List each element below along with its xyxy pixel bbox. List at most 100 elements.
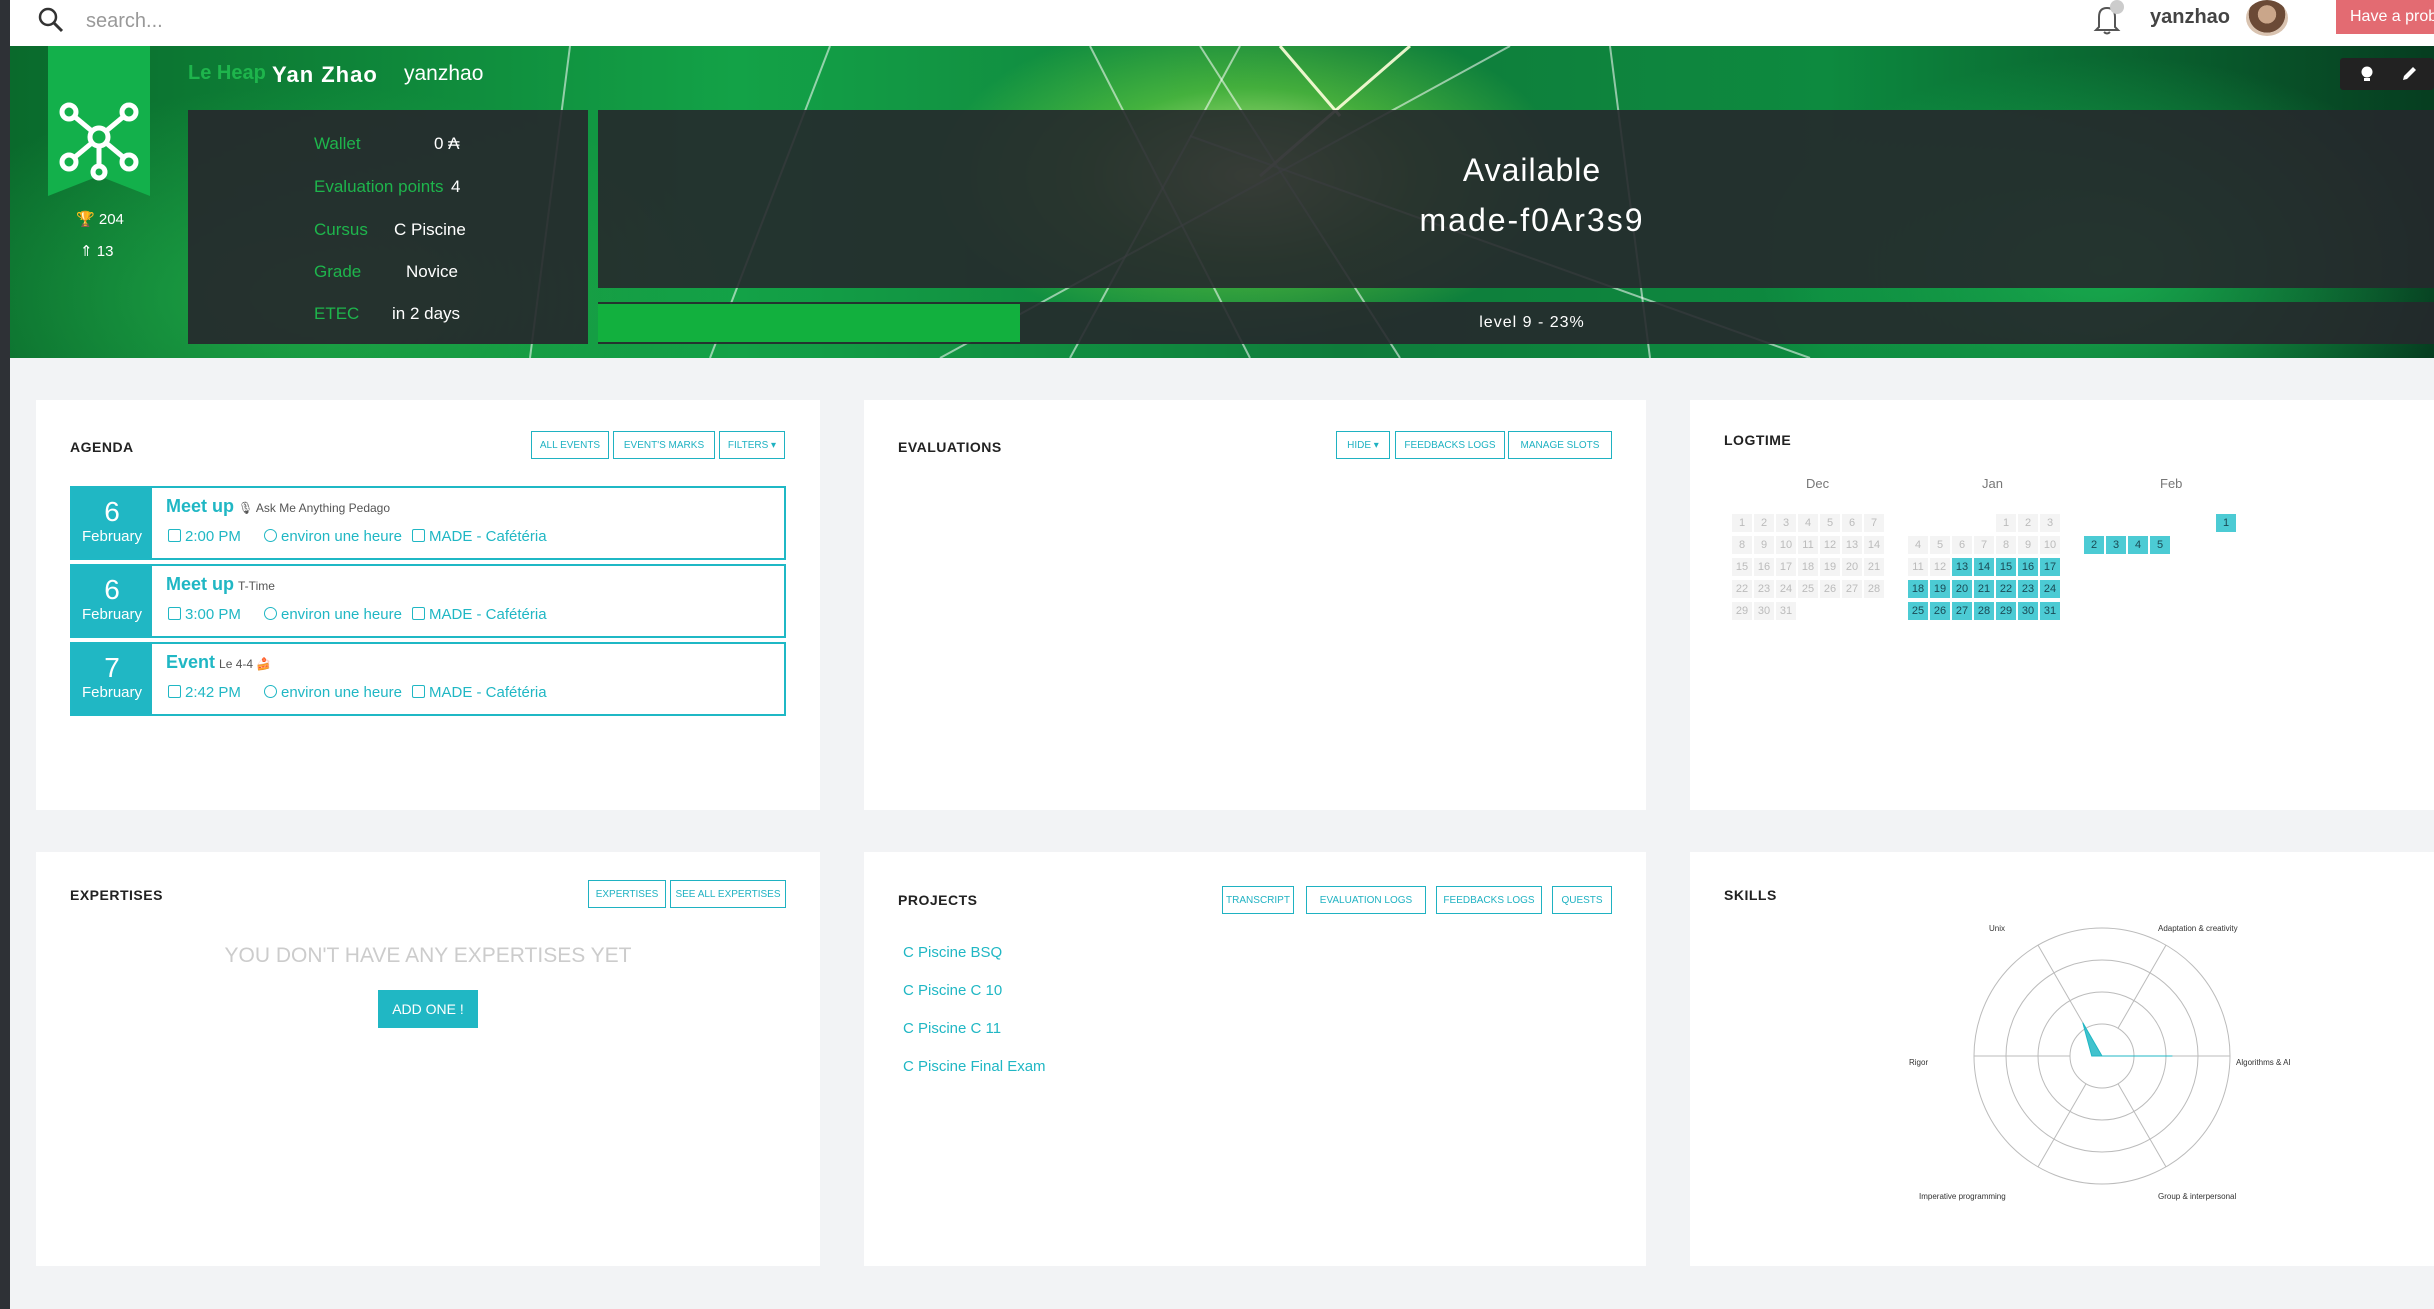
month-label-dec: Dec bbox=[1806, 476, 1830, 491]
project-link[interactable]: C Piscine C 11 bbox=[903, 1020, 1001, 1037]
logtime-day: 4 bbox=[1908, 536, 1928, 554]
search-input[interactable] bbox=[86, 6, 486, 36]
radar-axis bbox=[2117, 1083, 2167, 1168]
logtime-day: 31 bbox=[2040, 602, 2060, 620]
logtime-day: 17 bbox=[2040, 558, 2060, 576]
skill-label-imperative: Imperative programming bbox=[1919, 1192, 2006, 1201]
event-duration: environ une heure bbox=[264, 684, 402, 701]
logtime-day: 27 bbox=[1952, 602, 1972, 620]
hide-dropdown[interactable]: HIDE ▾ bbox=[1336, 431, 1390, 459]
coalition-name: Le Heap bbox=[188, 62, 266, 84]
logtime-day: 20 bbox=[1842, 558, 1862, 576]
level-text: level 9 - 23% bbox=[1479, 314, 1585, 331]
agenda-event[interactable]: 6 February Meet up 🎙 Ask Me Anything Pedag… bbox=[70, 486, 786, 560]
logtime-day: 28 bbox=[1974, 602, 1994, 620]
clock-icon bbox=[264, 607, 277, 620]
event-date: 7 February bbox=[72, 644, 152, 714]
logtime-day: 9 bbox=[1754, 536, 1774, 554]
logtime-day: 5 bbox=[1820, 514, 1840, 532]
logtime-day: 3 bbox=[2106, 536, 2126, 554]
calendar-icon bbox=[168, 607, 181, 620]
achievements-stat: ⇑ 13 bbox=[80, 243, 114, 260]
agenda-event[interactable]: 6 February Meet up T-Time 3:00 PM environ … bbox=[70, 564, 786, 638]
logtime-day: 3 bbox=[1776, 514, 1796, 532]
logtime-day: 2 bbox=[2018, 514, 2038, 532]
logtime-day: 16 bbox=[1754, 558, 1774, 576]
logtime-day: 26 bbox=[1820, 580, 1840, 598]
logtime-card bbox=[1690, 400, 2434, 810]
trophy-icon: 🏆 bbox=[76, 211, 95, 228]
skill-label-adaptation: Adaptation & creativity bbox=[2158, 924, 2238, 933]
projects-feedbacks-logs-button[interactable]: FEEDBACKS LOGS bbox=[1436, 886, 1542, 914]
logtime-day: 25 bbox=[1798, 580, 1818, 598]
filters-dropdown[interactable]: FILTERS ▾ bbox=[719, 431, 785, 459]
logtime-day: 18 bbox=[1908, 580, 1928, 598]
evaluation-points-label: Evaluation points bbox=[314, 177, 444, 196]
logtime-day: 24 bbox=[2040, 580, 2060, 598]
event-title: Meet up 🎙 Ask Me Anything Pedago bbox=[166, 496, 391, 516]
logtime-day: 30 bbox=[2018, 602, 2038, 620]
logtime-day: 5 bbox=[2150, 536, 2170, 554]
manage-slots-button[interactable]: MANAGE SLOTS bbox=[1508, 431, 1612, 459]
logtime-day: 24 bbox=[1776, 580, 1796, 598]
logtime-day: 8 bbox=[1996, 536, 2016, 554]
logtime-day: 12 bbox=[1930, 558, 1950, 576]
logtime-day: 1 bbox=[1996, 514, 2016, 532]
evaluation-logs-button[interactable]: EVALUATION LOGS bbox=[1306, 886, 1426, 914]
trophies-stat: 🏆 204 bbox=[76, 211, 124, 228]
grade-label: Grade bbox=[314, 262, 362, 281]
see-all-expertises-button[interactable]: SEE ALL EXPERTISES bbox=[670, 880, 786, 908]
event-date: 6 February bbox=[72, 566, 152, 636]
quests-button[interactable]: QUESTS bbox=[1552, 886, 1612, 914]
logtime-day: 10 bbox=[1776, 536, 1796, 554]
logtime-day: 13 bbox=[1842, 536, 1862, 554]
event-time: 3:00 PM bbox=[168, 606, 241, 623]
clock-icon bbox=[264, 685, 277, 698]
project-link[interactable]: C Piscine C 10 bbox=[903, 982, 1002, 999]
logtime-day: 29 bbox=[1732, 602, 1752, 620]
logtime-day: 17 bbox=[1776, 558, 1796, 576]
left-edge-bar bbox=[0, 0, 10, 1309]
logtime-day: 2 bbox=[1754, 514, 1774, 532]
feedbacks-logs-button[interactable]: FEEDBACKS LOGS bbox=[1395, 431, 1505, 459]
availability-status: Available bbox=[1462, 152, 1602, 188]
logtime-day: 15 bbox=[1732, 558, 1752, 576]
logtime-day: 4 bbox=[1798, 514, 1818, 532]
etec-label: ETEC bbox=[314, 304, 360, 323]
logtime-day: 5 bbox=[1930, 536, 1950, 554]
event-location: MADE - Cafétéria bbox=[412, 528, 547, 545]
add-expertise-button[interactable]: ADD ONE ! bbox=[378, 990, 478, 1028]
logtime-day: 7 bbox=[1864, 514, 1884, 532]
project-link[interactable]: C Piscine Final Exam bbox=[903, 1058, 1046, 1075]
expertises-button[interactable]: EXPERTISES bbox=[588, 880, 666, 908]
have-a-problem-button[interactable]: Have a problem? bbox=[2336, 0, 2434, 34]
radar-axis bbox=[2037, 944, 2087, 1029]
logtime-day: 11 bbox=[1908, 558, 1928, 576]
skill-label-group: Group & interpersonal bbox=[2158, 1192, 2237, 1201]
user-full-name: Yan Zhao bbox=[272, 62, 378, 87]
evaluations-card bbox=[864, 400, 1646, 810]
logtime-day: 27 bbox=[1842, 580, 1862, 598]
event-time: 2:00 PM bbox=[168, 528, 241, 545]
avatar[interactable] bbox=[2246, 0, 2288, 36]
edit-pencil-icon[interactable] bbox=[2400, 65, 2418, 83]
wallet-value: 0 ₳ bbox=[434, 134, 460, 153]
logtime-day: 3 bbox=[2040, 514, 2060, 532]
transcript-button[interactable]: TRANSCRIPT bbox=[1222, 886, 1294, 914]
lightbulb-icon[interactable] bbox=[2358, 65, 2376, 83]
search-icon[interactable] bbox=[36, 5, 66, 35]
event-time: 2:42 PM bbox=[168, 684, 241, 701]
logtime-day: 2 bbox=[2084, 536, 2104, 554]
logtime-day: 1 bbox=[2216, 514, 2236, 532]
agenda-event[interactable]: 7 February Event Le 4-4 🍰 2:42 PM environ … bbox=[70, 642, 786, 716]
header-username[interactable]: yanzhao bbox=[2150, 6, 2230, 29]
month-label-jan: Jan bbox=[1982, 476, 2003, 491]
logtime-day: 22 bbox=[1732, 580, 1752, 598]
all-events-button[interactable]: ALL EVENTS bbox=[531, 431, 609, 459]
project-link[interactable]: C Piscine BSQ bbox=[903, 944, 1002, 961]
cursus-select[interactable]: C Piscine bbox=[394, 220, 466, 240]
logtime-title: LOGTIME bbox=[1724, 432, 1792, 448]
events-marks-button[interactable]: EVENT'S MARKS bbox=[613, 431, 715, 459]
skills-title: SKILLS bbox=[1724, 887, 1777, 903]
logtime-day: 23 bbox=[2018, 580, 2038, 598]
